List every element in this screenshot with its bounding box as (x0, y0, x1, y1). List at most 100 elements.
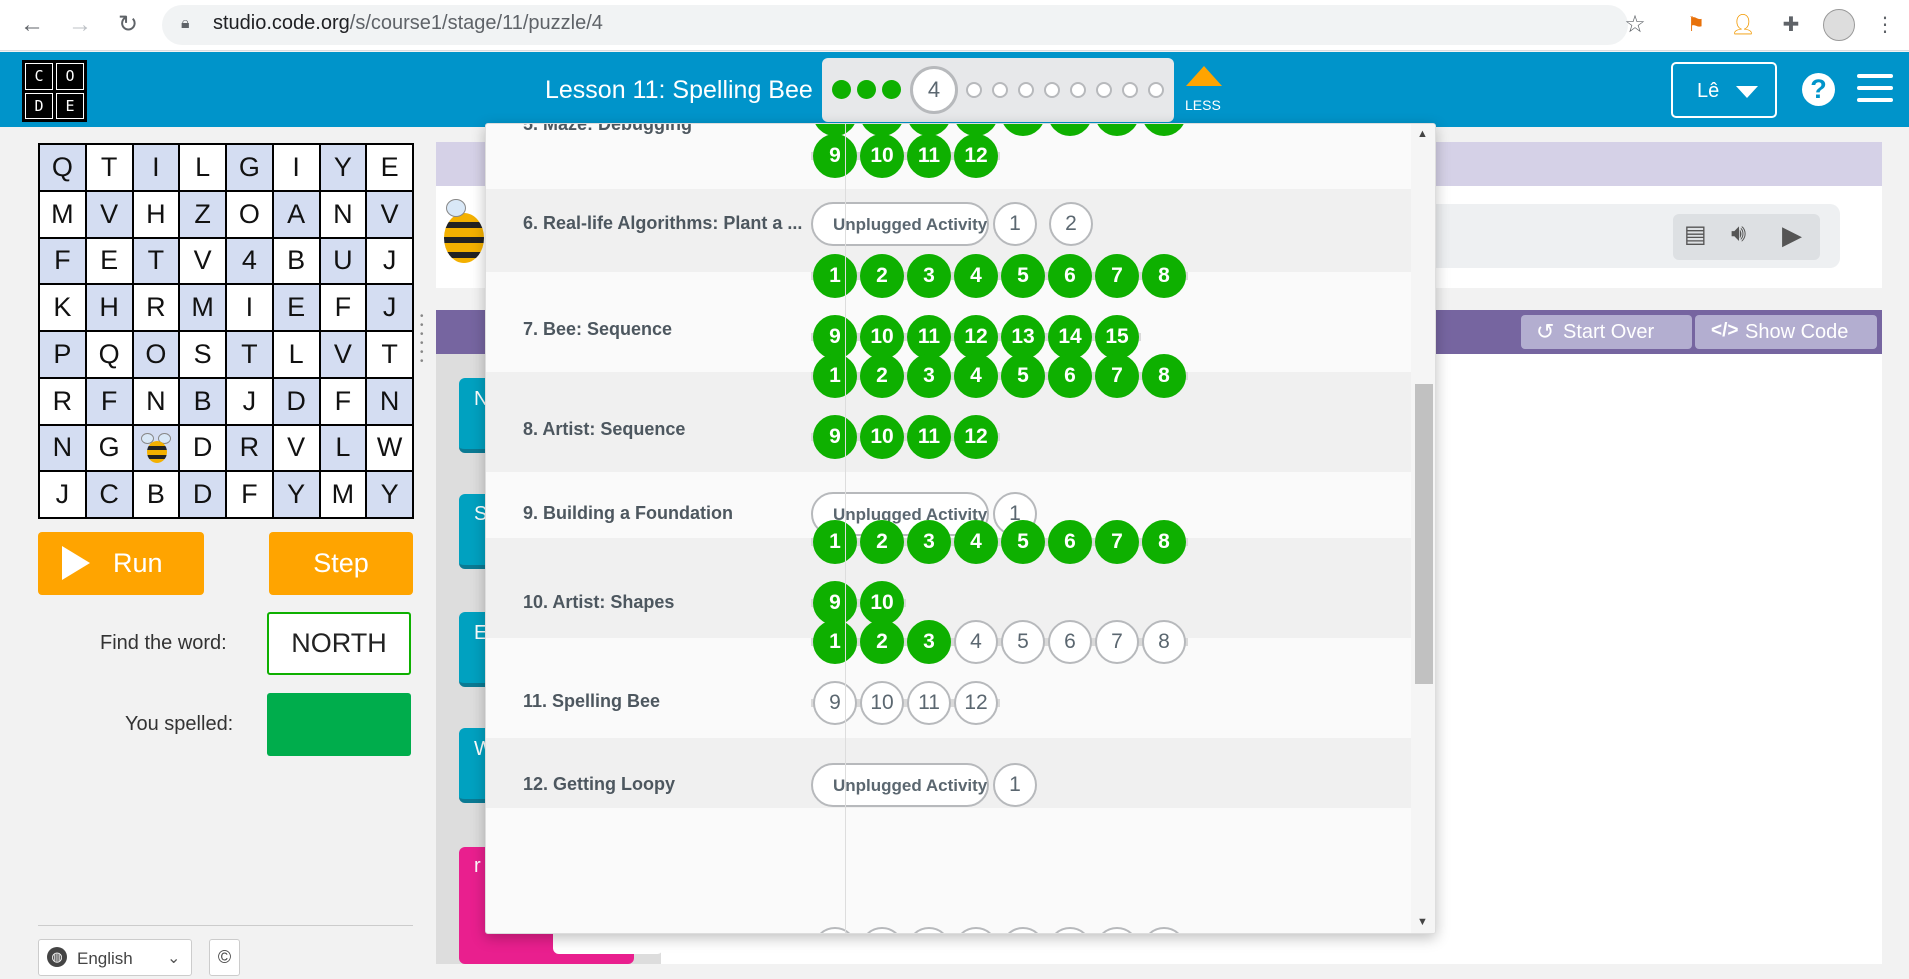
scroll-down-arrow-icon[interactable]: ▼ (1417, 916, 1428, 928)
user-menu-button[interactable]: Lê (1671, 62, 1777, 118)
extension-flag-icon[interactable]: ⚑ (1683, 12, 1709, 38)
level-bubble-partial[interactable] (1095, 927, 1139, 933)
level-bubble-partial[interactable] (907, 927, 951, 933)
level-bubble[interactable]: 8 (1142, 520, 1186, 564)
level-bubble[interactable]: 1 (813, 254, 857, 298)
level-bubble[interactable]: 7 (1095, 620, 1139, 664)
level-bubble[interactable]: 2 (860, 354, 904, 398)
level-bubble[interactable]: 4 (954, 254, 998, 298)
level-bubble[interactable]: 15 (1095, 315, 1139, 359)
level-bubble-partial[interactable] (1001, 927, 1045, 933)
progress-dot-1[interactable] (832, 80, 851, 99)
level-bubble[interactable]: 11 (907, 134, 951, 178)
browser-menu-icon[interactable]: ⋮ (1872, 12, 1898, 38)
level-bubble[interactable]: 4 (954, 620, 998, 664)
progress-dot-10[interactable] (1096, 82, 1112, 98)
bookmark-star-icon[interactable]: ☆ (1622, 12, 1648, 38)
level-bubble[interactable]: 1 (993, 763, 1037, 807)
level-bubble[interactable]: 7 (1095, 254, 1139, 298)
level-bubble[interactable]: 4 (954, 520, 998, 564)
profile-avatar[interactable] (1823, 9, 1855, 41)
read-aloud-icon[interactable]: ▤ (1684, 220, 1707, 249)
progress-dot-2[interactable] (857, 80, 876, 99)
progress-dot-5[interactable] (966, 82, 982, 98)
level-bubble[interactable]: 5 (1001, 254, 1045, 298)
level-bubble[interactable]: 10 (860, 681, 904, 725)
level-bubble[interactable]: 5 (1001, 520, 1045, 564)
copyright-button[interactable]: © (209, 939, 240, 976)
lesson-name[interactable]: 6. Real-life Algorithms: Plant a ... (523, 213, 802, 234)
lesson-name[interactable]: 10. Artist: Shapes (523, 592, 674, 613)
level-bubble[interactable]: 7 (1095, 354, 1139, 398)
level-bubble[interactable]: 6 (1048, 620, 1092, 664)
progress-dot-9[interactable] (1070, 82, 1086, 98)
level-bubble-partial[interactable] (954, 927, 998, 933)
level-bubble[interactable]: 9 (813, 134, 857, 178)
level-bubble[interactable]: 1 (813, 354, 857, 398)
resize-handle[interactable]: • • • • • • (420, 312, 426, 367)
level-bubble[interactable]: 1 (993, 202, 1037, 246)
progress-dot-7[interactable] (1018, 82, 1034, 98)
run-button[interactable]: Run (38, 532, 204, 595)
lesson-name[interactable]: 7. Bee: Sequence (523, 319, 672, 340)
lesson-name[interactable]: 12. Getting Loopy (523, 774, 675, 795)
back-arrow-icon[interactable]: ← (18, 11, 46, 39)
extension-user-icon[interactable]: 👤︎ (1730, 12, 1756, 38)
level-bubble[interactable]: 12 (954, 134, 998, 178)
unplugged-activity-bubble[interactable]: Unplugged Activity (811, 202, 989, 246)
level-bubble[interactable]: 5 (1001, 354, 1045, 398)
level-bubble[interactable]: 6 (1048, 254, 1092, 298)
level-bubble-partial[interactable] (1142, 927, 1186, 933)
level-bubble[interactable]: 6 (1048, 520, 1092, 564)
level-bubble[interactable]: 6 (1048, 354, 1092, 398)
hamburger-menu-icon[interactable] (1857, 74, 1893, 106)
level-bubble[interactable]: 14 (1048, 315, 1092, 359)
level-bubble[interactable]: 8 (1142, 254, 1186, 298)
level-bubble[interactable]: 12 (954, 415, 998, 459)
level-bubble[interactable]: 1 (813, 620, 857, 664)
level-bubble-partial[interactable] (1048, 927, 1092, 933)
less-toggle[interactable]: LESS (1185, 97, 1221, 113)
level-bubble[interactable]: 2 (860, 520, 904, 564)
progress-dot-3[interactable] (882, 80, 901, 99)
level-bubble[interactable]: 11 (907, 315, 951, 359)
level-bubble[interactable]: 1 (813, 520, 857, 564)
level-bubble[interactable]: 9 (813, 681, 857, 725)
level-bubble[interactable]: 10 (860, 134, 904, 178)
level-bubble[interactable]: 3 (907, 354, 951, 398)
progress-dot-11[interactable] (1122, 82, 1138, 98)
collapse-arrow-icon[interactable] (1186, 66, 1222, 86)
step-button[interactable]: Step (269, 532, 413, 595)
level-bubble[interactable]: 3 (907, 520, 951, 564)
level-bubble[interactable]: 3 (907, 254, 951, 298)
lesson-progress-popup[interactable]: 5. Maze: Debugging 9 10 11 12 6. Real-life Al… (485, 123, 1436, 934)
level-bubble[interactable]: 13 (1001, 315, 1045, 359)
level-bubble[interactable]: 11 (907, 681, 951, 725)
level-bubble[interactable]: 2 (860, 254, 904, 298)
extensions-puzzle-icon[interactable]: ✚ (1778, 12, 1804, 38)
progress-dot-12[interactable] (1148, 82, 1164, 98)
lesson-name[interactable]: 11. Spelling Bee (523, 691, 660, 712)
level-bubble[interactable]: 2 (860, 620, 904, 664)
level-bubble[interactable]: 2 (1049, 202, 1093, 246)
level-bubble[interactable]: 12 (954, 315, 998, 359)
level-bubble[interactable]: 3 (907, 620, 951, 664)
level-bubble[interactable]: 10 (860, 415, 904, 459)
level-bubble[interactable]: 4 (954, 354, 998, 398)
level-bubble[interactable]: 7 (1095, 520, 1139, 564)
progress-dot-8[interactable] (1044, 82, 1060, 98)
progress-dot-6[interactable] (992, 82, 1008, 98)
lesson-name[interactable]: 9. Building a Foundation (523, 503, 733, 524)
level-bubble[interactable]: 8 (1142, 354, 1186, 398)
lesson-name[interactable]: 8. Artist: Sequence (523, 419, 685, 440)
level-bubble[interactable]: 9 (813, 581, 857, 625)
level-bubble-partial[interactable] (860, 927, 904, 933)
current-puzzle-bubble[interactable]: 4 (910, 66, 958, 114)
level-bubble[interactable]: 10 (860, 581, 904, 625)
level-bubble[interactable]: 9 (813, 315, 857, 359)
play-audio-icon[interactable]: ▶ (1782, 220, 1802, 251)
scroll-up-arrow-icon[interactable]: ▲ (1417, 128, 1428, 140)
reload-icon[interactable]: ↻ (114, 11, 142, 39)
help-icon[interactable]: ? (1802, 73, 1835, 106)
level-bubble[interactable]: 9 (813, 415, 857, 459)
